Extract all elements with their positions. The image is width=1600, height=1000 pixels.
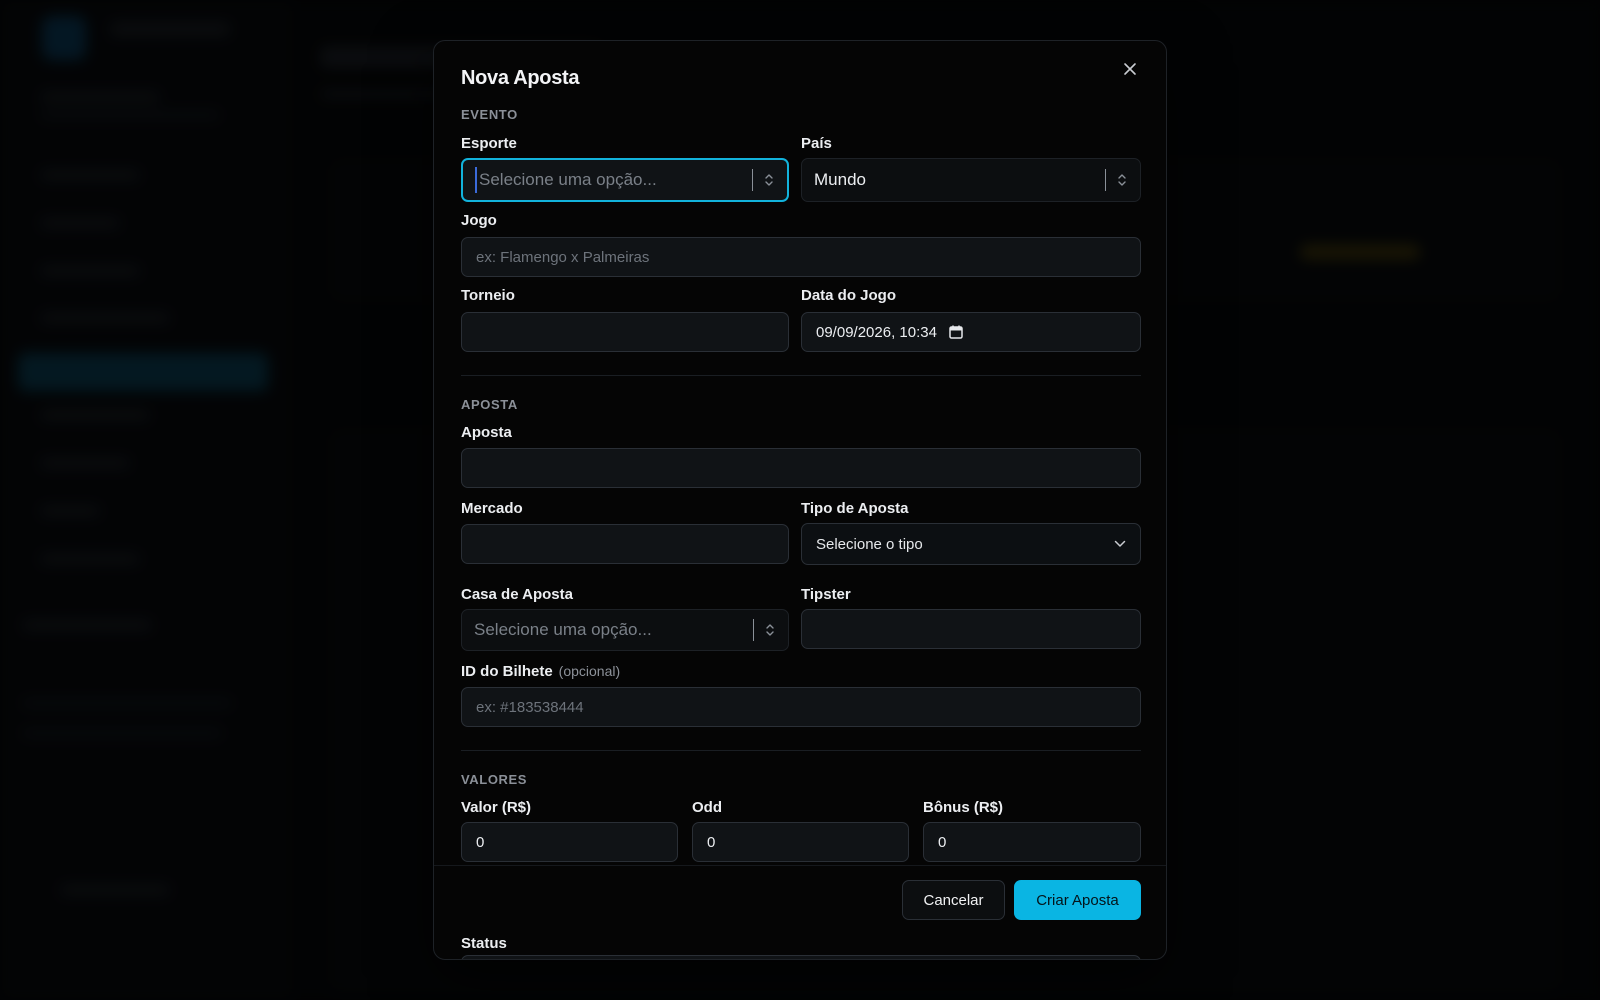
data-jogo-value: 09/09/2026, 10:34 [816,323,937,341]
close-icon [1123,62,1137,76]
id-bilhete-label-text: ID do Bilhete [461,663,553,680]
valor-label: Valor (R$) [461,799,532,816]
tipo-aposta-select[interactable]: Selecione o tipo [801,523,1141,565]
chevron-updown-icon [764,622,776,638]
section-evento: EVENTO [461,107,518,122]
tipster-label: Tipster [801,586,851,603]
close-button[interactable] [1120,59,1140,79]
pais-label: País [801,135,832,152]
bonus-input[interactable]: 0 [923,822,1141,862]
casa-aposta-placeholder: Selecione uma opção... [474,620,652,639]
modal-footer: Cancelar Criar Aposta [434,865,1166,935]
bonus-label: Bônus (R$) [923,799,1003,816]
pais-value: Mundo [814,170,866,189]
casa-aposta-combobox[interactable]: Selecione uma opção... [461,609,789,651]
torneio-input[interactable] [461,312,789,352]
esporte-label: Esporte [461,135,517,152]
jogo-placeholder: ex: Flamengo x Palmeiras [476,248,650,266]
odd-value: 0 [707,833,716,851]
tipster-input[interactable] [801,609,1141,649]
mercado-label: Mercado [461,500,523,517]
aposta-input[interactable] [461,448,1141,488]
chevron-updown-icon [763,172,775,188]
tipo-aposta-value: Selecione o tipo [816,535,923,553]
section-divider [461,750,1141,751]
id-bilhete-input[interactable]: ex: #183538444 [461,687,1141,727]
create-bet-button[interactable]: Criar Aposta [1014,880,1141,920]
chevron-down-icon [1114,540,1126,548]
odd-input[interactable]: 0 [692,822,909,862]
id-bilhete-optional: (opcional) [558,663,621,679]
combo-separator [1105,169,1106,191]
bonus-value: 0 [938,833,947,851]
odd-label: Odd [692,799,722,816]
mercado-input[interactable] [461,524,789,564]
tipo-aposta-label: Tipo de Aposta [801,500,909,517]
modal-title: Nova Aposta [461,67,580,89]
torneio-label: Torneio [461,287,515,304]
jogo-label: Jogo [461,212,497,229]
id-bilhete-label: ID do Bilhete (opcional) [461,663,620,680]
status-label: Status [461,935,507,952]
cancel-button[interactable]: Cancelar [902,880,1005,920]
esporte-placeholder: Selecione uma opção... [479,170,657,189]
valor-input[interactable]: 0 [461,822,678,862]
section-valores: VALORES [461,772,528,787]
combo-separator [752,169,753,191]
valor-value: 0 [476,833,485,851]
esporte-combobox[interactable]: Selecione uma opção... [461,158,789,202]
id-bilhete-placeholder: ex: #183538444 [476,698,584,716]
section-divider [461,375,1141,376]
combo-separator [753,619,754,641]
section-aposta: APOSTA [461,397,518,412]
jogo-input[interactable]: ex: Flamengo x Palmeiras [461,237,1141,277]
calendar-icon[interactable] [949,325,963,339]
aposta-label: Aposta [461,424,512,441]
new-bet-modal: Nova Aposta EVENTO Esporte Selecione uma… [433,40,1167,960]
casa-aposta-label: Casa de Aposta [461,586,573,603]
text-cursor [475,167,477,193]
pais-combobox[interactable]: Mundo [801,158,1141,202]
chevron-updown-icon [1116,172,1128,188]
data-jogo-input[interactable]: 09/09/2026, 10:34 [801,312,1141,352]
status-select[interactable] [461,955,1141,959]
data-jogo-label: Data do Jogo [801,287,897,304]
